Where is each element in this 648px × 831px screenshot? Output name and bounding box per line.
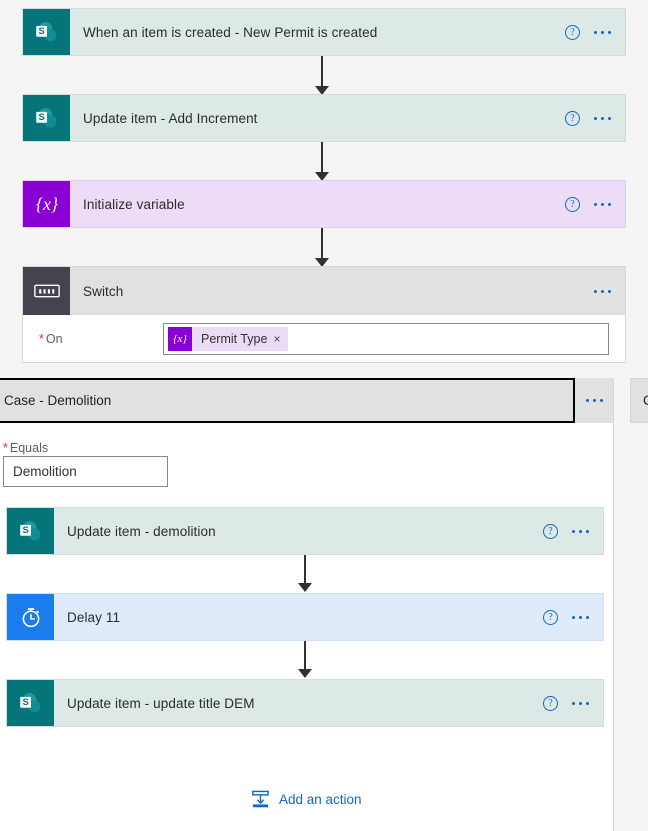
help-icon[interactable]: ?: [565, 24, 580, 40]
more-commands-icon[interactable]: [585, 399, 603, 402]
case-equals-label: * Equals: [3, 441, 49, 455]
card-actions: ?: [565, 9, 625, 55]
svg-text:S: S: [22, 525, 28, 535]
token-label: Permit Type: [201, 331, 268, 346]
flow-step-card-update-increment[interactable]: S Update item - Add Increment ?: [22, 94, 626, 142]
svg-text:S: S: [38, 112, 44, 122]
more-commands-icon[interactable]: [572, 615, 589, 619]
help-icon[interactable]: ?: [543, 609, 558, 625]
flow-connector-arrow: [310, 228, 334, 268]
card-actions: ?: [565, 181, 625, 227]
more-commands-icon[interactable]: [572, 701, 589, 705]
more-commands-icon[interactable]: [594, 30, 611, 34]
svg-text:S: S: [38, 26, 44, 36]
case-action-title: Update item - demolition: [67, 523, 216, 539]
flow-step-title: Initialize variable: [83, 196, 185, 212]
switch-title: Switch: [83, 283, 124, 299]
dynamic-content-token[interactable]: {x} Permit Type ×: [168, 326, 289, 351]
help-icon[interactable]: ?: [543, 695, 558, 711]
sharepoint-icon: S: [23, 9, 70, 55]
add-an-action-button[interactable]: Add an action: [251, 790, 362, 809]
switch-on-label-wrap: * On: [23, 331, 163, 346]
card-actions: ?: [543, 594, 603, 640]
help-icon[interactable]: ?: [565, 110, 580, 126]
case-action-card-delay[interactable]: Delay 11 ?: [6, 593, 604, 641]
switch-control-icon: [23, 267, 70, 315]
flow-step-card-initialize-variable[interactable]: {x} Initialize variable ?: [22, 180, 626, 228]
sharepoint-icon: S: [23, 95, 70, 141]
more-commands-icon[interactable]: [594, 116, 611, 120]
more-commands-icon[interactable]: [572, 529, 589, 533]
flow-connector-arrow: [310, 56, 334, 96]
card-actions: ?: [543, 508, 603, 554]
switch-on-parameter-row: * On {x} Permit Type ×: [22, 315, 626, 363]
variable-braces-icon: {x}: [23, 181, 70, 227]
card-actions: ?: [565, 95, 625, 141]
add-an-action-label: Add an action: [279, 792, 362, 807]
flow-connector-arrow: [310, 142, 334, 182]
flow-connector-arrow: [293, 641, 317, 679]
flow-step-title: Update item - Add Increment: [83, 110, 258, 126]
help-icon[interactable]: ?: [565, 196, 580, 212]
case-header-next[interactable]: C: [630, 378, 648, 423]
sharepoint-icon: S: [7, 680, 54, 726]
flow-connector-arrow: [293, 555, 317, 593]
variable-braces-icon: {x}: [168, 326, 192, 351]
case-action-card-update-title[interactable]: S Update item - update title DEM ?: [6, 679, 604, 727]
required-marker: *: [39, 332, 44, 346]
add-action-icon: [252, 790, 269, 808]
card-actions: [594, 267, 625, 315]
more-commands-icon[interactable]: [594, 289, 611, 293]
svg-text:{x}: {x}: [35, 194, 57, 214]
case-action-title: Delay 11: [67, 609, 121, 625]
adjacent-case-lane: [614, 378, 648, 831]
switch-on-label: * On: [39, 332, 63, 346]
help-icon[interactable]: ?: [543, 523, 558, 539]
clock-icon: [7, 594, 54, 640]
case-equals-input[interactable]: Demolition: [3, 456, 168, 487]
switch-card-header[interactable]: Switch: [22, 266, 626, 315]
svg-text:S: S: [22, 697, 28, 707]
flow-step-title: When an item is created - New Permit is …: [83, 24, 378, 40]
required-marker: *: [3, 441, 8, 455]
case-action-title: Update item - update title DEM: [67, 695, 255, 711]
more-commands-icon[interactable]: [594, 202, 611, 206]
switch-on-value-input[interactable]: {x} Permit Type ×: [163, 322, 609, 355]
case-header-demolition[interactable]: Case - Demolition: [0, 378, 575, 423]
card-actions: ?: [543, 680, 603, 726]
case-action-card-update-demolition[interactable]: S Update item - demolition ?: [6, 507, 604, 555]
remove-token-icon[interactable]: ×: [273, 332, 288, 346]
case-header-actions: [575, 378, 613, 423]
flow-step-card-trigger[interactable]: S When an item is created - New Permit i…: [22, 8, 626, 56]
sharepoint-icon: S: [7, 508, 54, 554]
